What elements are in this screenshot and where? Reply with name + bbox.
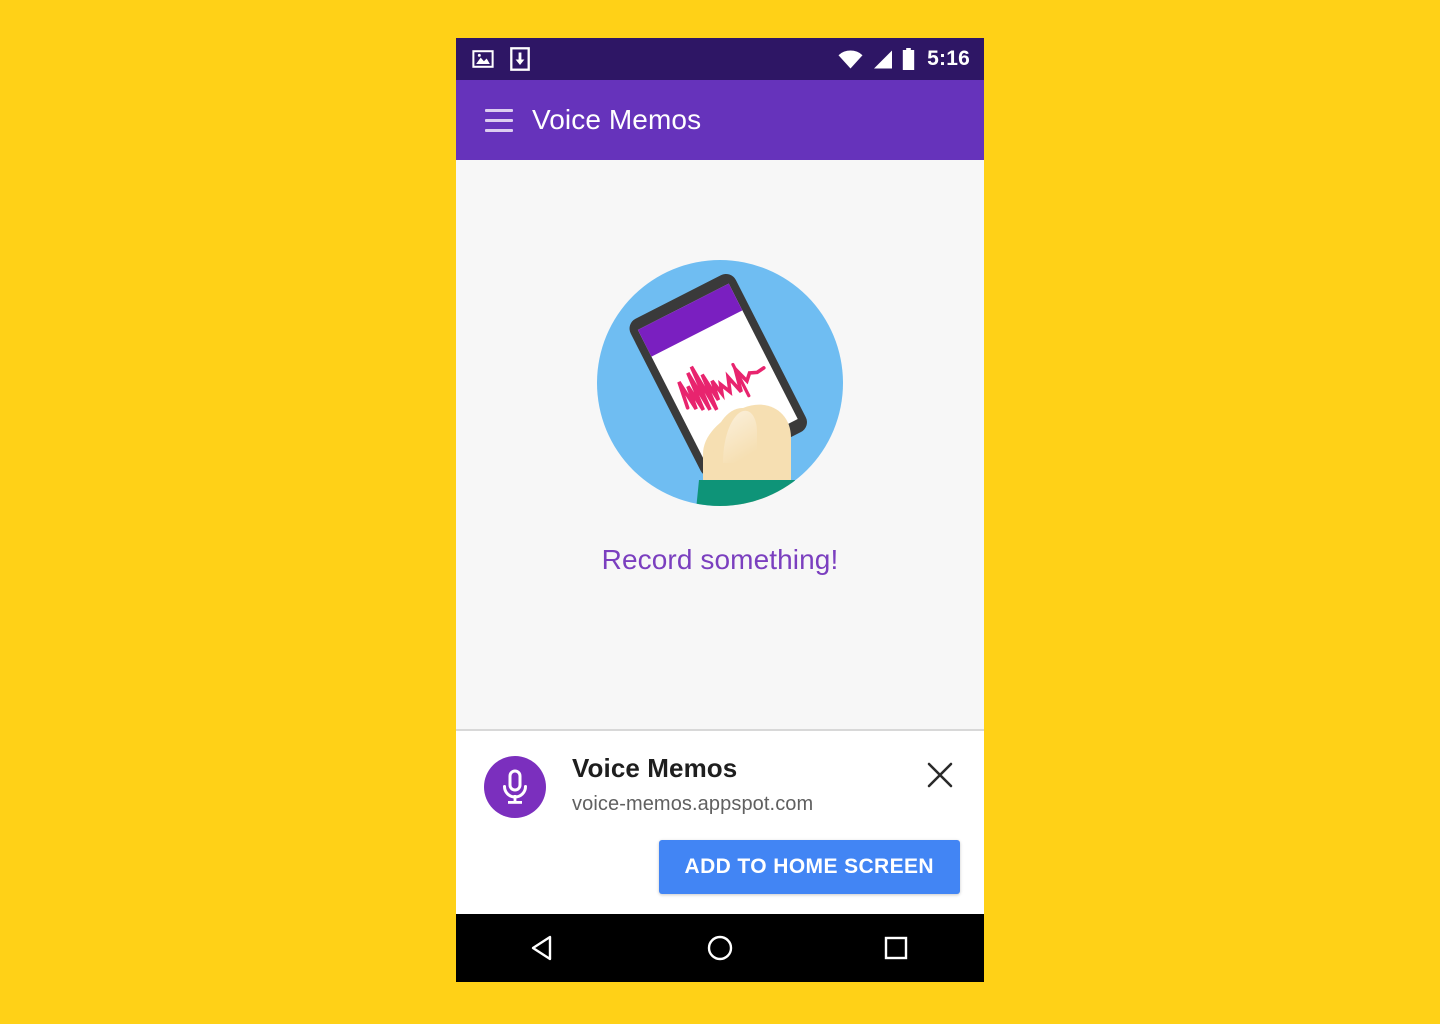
install-banner-origin: voice-memos.appspot.com <box>572 793 814 815</box>
recents-button[interactable] <box>858 920 934 976</box>
install-banner-text: Voice Memos voice-memos.appspot.com <box>572 753 920 816</box>
install-banner-actions: ADD TO HOME SCREEN <box>484 840 960 894</box>
status-bar-right-icons: 5:16 <box>838 47 970 71</box>
android-navigation-bar <box>456 914 984 982</box>
phone-screen: 5:16 Voice Memos Record something! Voice… <box>456 38 984 982</box>
install-banner: Voice Memos voice-memos.appspot.com ADD … <box>456 729 984 914</box>
back-button[interactable] <box>506 920 582 976</box>
image-icon <box>472 48 494 70</box>
microphone-icon <box>484 756 546 818</box>
download-icon <box>510 47 530 71</box>
hamburger-menu-icon[interactable] <box>476 97 522 143</box>
hand-holding-phone-with-waveform-illustration <box>597 259 843 506</box>
app-bar: Voice Memos <box>456 80 984 160</box>
status-bar-clock: 5:16 <box>927 47 970 70</box>
cellular-signal-icon <box>872 50 893 69</box>
menu-line <box>485 108 513 112</box>
menu-line <box>485 128 513 132</box>
menu-line <box>485 118 513 122</box>
add-to-home-screen-button[interactable]: ADD TO HOME SCREEN <box>658 840 960 894</box>
wifi-icon <box>838 49 863 69</box>
status-bar-left-icons <box>472 47 530 71</box>
triangle-left-icon <box>531 935 552 961</box>
status-bar: 5:16 <box>456 38 984 80</box>
battery-icon <box>902 48 915 70</box>
empty-state-message: Record something! <box>601 543 839 575</box>
home-button[interactable] <box>682 920 758 976</box>
main-content: Record something! <box>456 160 984 729</box>
install-banner-header: Voice Memos voice-memos.appspot.com <box>484 753 960 818</box>
install-banner-app-name: Voice Memos <box>572 753 738 783</box>
close-icon[interactable] <box>920 755 960 795</box>
square-icon <box>884 936 908 960</box>
app-bar-title: Voice Memos <box>532 104 702 135</box>
circle-icon <box>707 935 733 961</box>
